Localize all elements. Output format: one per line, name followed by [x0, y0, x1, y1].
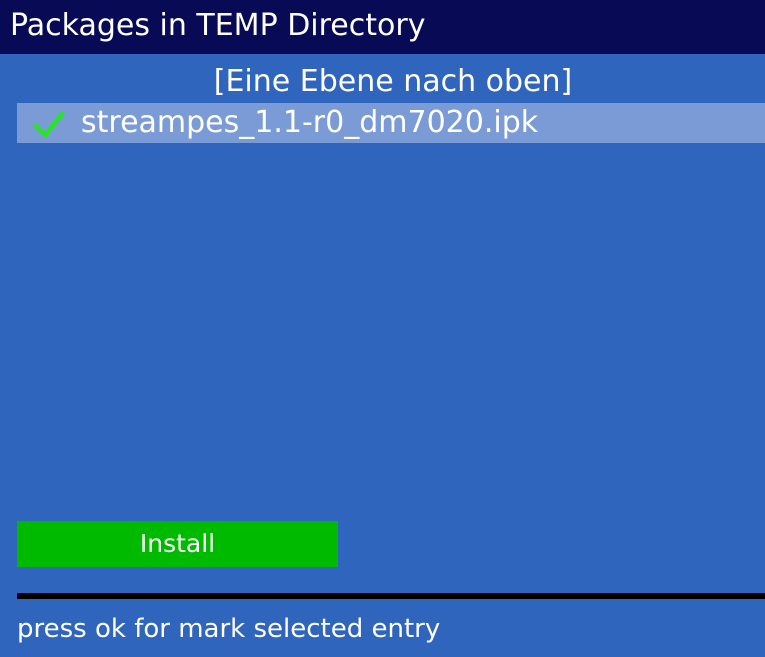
status-hint: press ok for mark selected entry	[17, 614, 441, 644]
window-title: Packages in TEMP Directory	[10, 8, 426, 43]
install-button[interactable]: Install	[17, 521, 338, 567]
package-file-name: streampes_1.1-r0_dm7020.ipk	[81, 105, 539, 140]
list-item-selected[interactable]: streampes_1.1-r0_dm7020.ipk	[17, 103, 765, 143]
parent-directory-entry[interactable]: [Eine Ebene nach oben]	[0, 64, 765, 100]
package-manager-screen: Packages in TEMP Directory [Eine Ebene n…	[0, 0, 765, 657]
status-divider	[17, 593, 765, 599]
title-bar: Packages in TEMP Directory	[0, 0, 765, 54]
checkmark-icon	[33, 111, 65, 138]
